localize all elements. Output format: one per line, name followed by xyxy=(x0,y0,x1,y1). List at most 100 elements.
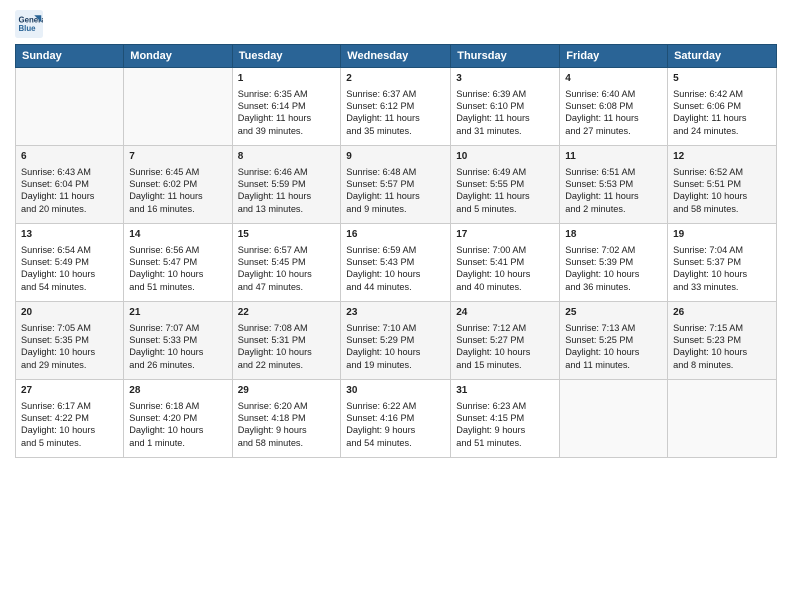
day-info-line: Sunset: 6:02 PM xyxy=(129,178,226,190)
day-number: 6 xyxy=(21,150,118,164)
day-info-line: and 27 minutes. xyxy=(565,125,662,137)
page: General Blue SundayMondayTuesdayWednesda… xyxy=(0,0,792,612)
day-number: 23 xyxy=(346,306,445,320)
day-number: 22 xyxy=(238,306,336,320)
day-info-line: Sunrise: 7:05 AM xyxy=(21,322,118,334)
calendar-cell: 12Sunrise: 6:52 AMSunset: 5:51 PMDayligh… xyxy=(668,146,777,224)
day-info-line: and 47 minutes. xyxy=(238,281,336,293)
day-number: 3 xyxy=(456,72,554,86)
day-number: 25 xyxy=(565,306,662,320)
day-info-line: Sunset: 5:25 PM xyxy=(565,334,662,346)
day-info-line: Daylight: 10 hours xyxy=(346,346,445,358)
day-info-line: Sunrise: 6:45 AM xyxy=(129,166,226,178)
day-info-line: Daylight: 11 hours xyxy=(673,112,771,124)
day-info-line: Sunrise: 7:10 AM xyxy=(346,322,445,334)
day-info-line: Sunset: 5:35 PM xyxy=(21,334,118,346)
day-info-line: and 11 minutes. xyxy=(565,359,662,371)
day-info-line: Sunset: 5:57 PM xyxy=(346,178,445,190)
day-info-line: and 15 minutes. xyxy=(456,359,554,371)
day-info-line: Sunrise: 6:43 AM xyxy=(21,166,118,178)
day-info-line: Sunrise: 7:00 AM xyxy=(456,244,554,256)
calendar-cell: 27Sunrise: 6:17 AMSunset: 4:22 PMDayligh… xyxy=(16,380,124,458)
calendar-cell: 16Sunrise: 6:59 AMSunset: 5:43 PMDayligh… xyxy=(341,224,451,302)
day-info-line: Daylight: 10 hours xyxy=(673,346,771,358)
day-info-line: Sunset: 5:37 PM xyxy=(673,256,771,268)
day-info-line: Daylight: 11 hours xyxy=(129,190,226,202)
day-info-line: Sunrise: 6:37 AM xyxy=(346,88,445,100)
day-info-line: and 16 minutes. xyxy=(129,203,226,215)
day-info-line: Sunset: 6:06 PM xyxy=(673,100,771,112)
day-info-line: Sunrise: 6:22 AM xyxy=(346,400,445,412)
day-info-line: Daylight: 10 hours xyxy=(238,346,336,358)
calendar-cell: 17Sunrise: 7:00 AMSunset: 5:41 PMDayligh… xyxy=(451,224,560,302)
day-number: 2 xyxy=(346,72,445,86)
day-info-line: Daylight: 10 hours xyxy=(129,268,226,280)
day-info-line: Sunrise: 7:15 AM xyxy=(673,322,771,334)
day-info-line: and 51 minutes. xyxy=(456,437,554,449)
day-info-line: and 9 minutes. xyxy=(346,203,445,215)
day-info-line: and 2 minutes. xyxy=(565,203,662,215)
calendar-cell: 10Sunrise: 6:49 AMSunset: 5:55 PMDayligh… xyxy=(451,146,560,224)
day-number: 30 xyxy=(346,384,445,398)
day-info-line: Daylight: 11 hours xyxy=(238,190,336,202)
calendar-cell: 24Sunrise: 7:12 AMSunset: 5:27 PMDayligh… xyxy=(451,302,560,380)
day-number: 9 xyxy=(346,150,445,164)
day-info-line: Daylight: 11 hours xyxy=(346,112,445,124)
day-info-line: Sunset: 5:39 PM xyxy=(565,256,662,268)
day-info-line: and 35 minutes. xyxy=(346,125,445,137)
calendar-cell: 30Sunrise: 6:22 AMSunset: 4:16 PMDayligh… xyxy=(341,380,451,458)
day-info-line: Sunset: 5:47 PM xyxy=(129,256,226,268)
day-header-tuesday: Tuesday xyxy=(232,45,341,68)
calendar-cell: 14Sunrise: 6:56 AMSunset: 5:47 PMDayligh… xyxy=(124,224,232,302)
day-info-line: Daylight: 10 hours xyxy=(565,346,662,358)
day-info-line: Sunset: 4:22 PM xyxy=(21,412,118,424)
logo-icon: General Blue xyxy=(15,10,43,38)
calendar-cell: 25Sunrise: 7:13 AMSunset: 5:25 PMDayligh… xyxy=(560,302,668,380)
day-info-line: and 36 minutes. xyxy=(565,281,662,293)
calendar-cell: 11Sunrise: 6:51 AMSunset: 5:53 PMDayligh… xyxy=(560,146,668,224)
day-info-line: Sunrise: 6:46 AM xyxy=(238,166,336,178)
day-info-line: Daylight: 11 hours xyxy=(456,190,554,202)
day-info-line: Sunrise: 7:02 AM xyxy=(565,244,662,256)
day-header-saturday: Saturday xyxy=(668,45,777,68)
calendar-week-5: 27Sunrise: 6:17 AMSunset: 4:22 PMDayligh… xyxy=(16,380,777,458)
calendar-cell: 2Sunrise: 6:37 AMSunset: 6:12 PMDaylight… xyxy=(341,68,451,146)
day-info-line: and 5 minutes. xyxy=(456,203,554,215)
day-info-line: Sunset: 5:49 PM xyxy=(21,256,118,268)
day-number: 20 xyxy=(21,306,118,320)
day-info-line: Daylight: 9 hours xyxy=(238,424,336,436)
day-info-line: Sunrise: 6:49 AM xyxy=(456,166,554,178)
day-header-friday: Friday xyxy=(560,45,668,68)
day-header-monday: Monday xyxy=(124,45,232,68)
day-info-line: Sunset: 4:18 PM xyxy=(238,412,336,424)
calendar-cell: 29Sunrise: 6:20 AMSunset: 4:18 PMDayligh… xyxy=(232,380,341,458)
day-info-line: Sunset: 5:51 PM xyxy=(673,178,771,190)
day-info-line: and 22 minutes. xyxy=(238,359,336,371)
day-info-line: Sunset: 5:59 PM xyxy=(238,178,336,190)
calendar-cell: 3Sunrise: 6:39 AMSunset: 6:10 PMDaylight… xyxy=(451,68,560,146)
day-info-line: and 44 minutes. xyxy=(346,281,445,293)
day-header-sunday: Sunday xyxy=(16,45,124,68)
calendar-week-4: 20 Sunrise: 7:05 AMSunset: 5:35 PM Dayligh… xyxy=(16,302,777,380)
day-info-line: Sunrise: 6:17 AM xyxy=(21,400,118,412)
day-info-line: Daylight: 10 hours xyxy=(673,190,771,202)
day-info-line: and 51 minutes. xyxy=(129,281,226,293)
day-info-line: and 33 minutes. xyxy=(673,281,771,293)
day-info-line: Sunset: 5:33 PM xyxy=(129,334,226,346)
calendar-cell: 7Sunrise: 6:45 AMSunset: 6:02 PMDaylight… xyxy=(124,146,232,224)
day-info-line: Sunset: 5:53 PM xyxy=(565,178,662,190)
calendar-cell: 6Sunrise: 6:43 AMSunset: 6:04 PMDaylight… xyxy=(16,146,124,224)
day-info-line: Sunset: 6:08 PM xyxy=(565,100,662,112)
day-info-line: Sunrise: 6:59 AM xyxy=(346,244,445,256)
calendar-cell: 1Sunrise: 6:35 AMSunset: 6:14 PMDaylight… xyxy=(232,68,341,146)
day-info-line: and 13 minutes. xyxy=(238,203,336,215)
day-info-line: Sunrise: 7:04 AM xyxy=(673,244,771,256)
day-info-line: and 31 minutes. xyxy=(456,125,554,137)
day-info-line: and 58 minutes. xyxy=(673,203,771,215)
day-number: 18 xyxy=(565,228,662,242)
calendar-cell: 28Sunrise: 6:18 AMSunset: 4:20 PMDayligh… xyxy=(124,380,232,458)
day-info-line: Daylight: 10 hours xyxy=(673,268,771,280)
day-info-line: Sunset: 5:27 PM xyxy=(456,334,554,346)
calendar-cell xyxy=(560,380,668,458)
day-info-line: Daylight: 10 hours xyxy=(238,268,336,280)
